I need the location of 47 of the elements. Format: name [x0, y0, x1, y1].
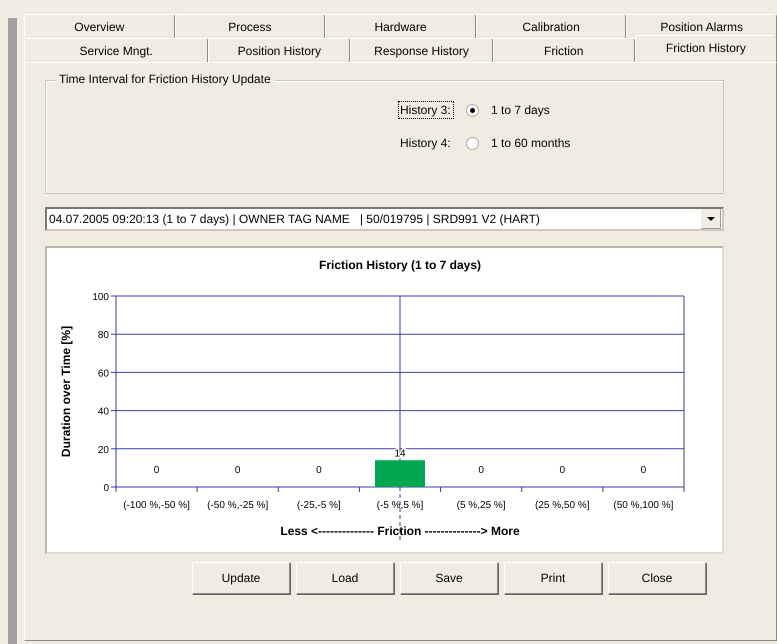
tab[interactable]: Hardware	[325, 14, 476, 38]
data-label: 0	[316, 465, 322, 476]
x-category-label: (-5 %,5 %]	[376, 500, 424, 511]
tab[interactable]: Service Mngt.	[24, 38, 208, 62]
tab[interactable]: Response History	[350, 38, 493, 62]
data-label: 0	[640, 465, 646, 476]
y-tick-label: 0	[103, 483, 109, 494]
y-axis-label: Duration over Time [%]	[59, 326, 73, 458]
data-label: 0	[234, 465, 240, 476]
data-label: 0	[154, 465, 160, 476]
y-tick-label: 100	[92, 292, 109, 303]
x-axis-label: Less <-------------- Friction --------------> More	[280, 524, 520, 538]
dialog-button[interactable]: Load	[296, 562, 394, 594]
tab[interactable]: Process	[174, 14, 326, 38]
dropdown-button[interactable]	[701, 209, 721, 229]
y-tick-label: 40	[98, 406, 109, 418]
group-title: Time Interval for Friction History Update	[56, 72, 274, 86]
caret-icon	[707, 216, 715, 222]
tab[interactable]: Calibration	[476, 14, 626, 38]
dialog-button[interactable]: Print	[504, 562, 602, 594]
tab[interactable]: Overview	[24, 14, 175, 38]
radio-button[interactable]	[466, 136, 479, 150]
x-category-label: (50 %,100 %]	[613, 500, 674, 511]
data-label: 0	[478, 465, 484, 476]
dialog-button[interactable]: Close	[608, 562, 706, 594]
y-tick-label: 60	[98, 368, 109, 380]
data-label: 0	[560, 465, 566, 476]
tab[interactable]: Position History	[208, 38, 350, 62]
x-category-label: (-25,-5 %]	[296, 500, 341, 511]
x-category-label: (-100 %,-50 %]	[123, 500, 190, 511]
tab[interactable]: Friction History	[634, 35, 777, 62]
radio-label: History 3:	[398, 101, 454, 119]
radio-option[interactable]: 1 to 7 days	[491, 103, 550, 117]
x-category-label: (-50 %,-25 %]	[207, 500, 268, 511]
record-dropdown[interactable]: 04.07.2005 09:20:13 (1 to 7 days) | OWNER TAG NAME | 50/019795 | SRD991 V2 (HART)	[45, 207, 724, 231]
radio-button[interactable]	[466, 104, 479, 116]
y-tick-label: 20	[98, 444, 109, 456]
dialog-button[interactable]: Update	[192, 562, 290, 594]
y-tick-label: 80	[98, 330, 109, 342]
chart-title: Friction History (1 to 7 days)	[318, 258, 482, 272]
bar	[375, 460, 425, 487]
x-category-label: (5 %,25 %]	[456, 500, 506, 511]
tab[interactable]: Friction	[492, 38, 635, 62]
x-category-label: (25 %,50 %]	[535, 500, 590, 511]
radio-option[interactable]: 1 to 60 months	[491, 136, 570, 150]
dialog-button[interactable]: Save	[400, 562, 498, 594]
radio-label: History 4:	[399, 135, 452, 152]
